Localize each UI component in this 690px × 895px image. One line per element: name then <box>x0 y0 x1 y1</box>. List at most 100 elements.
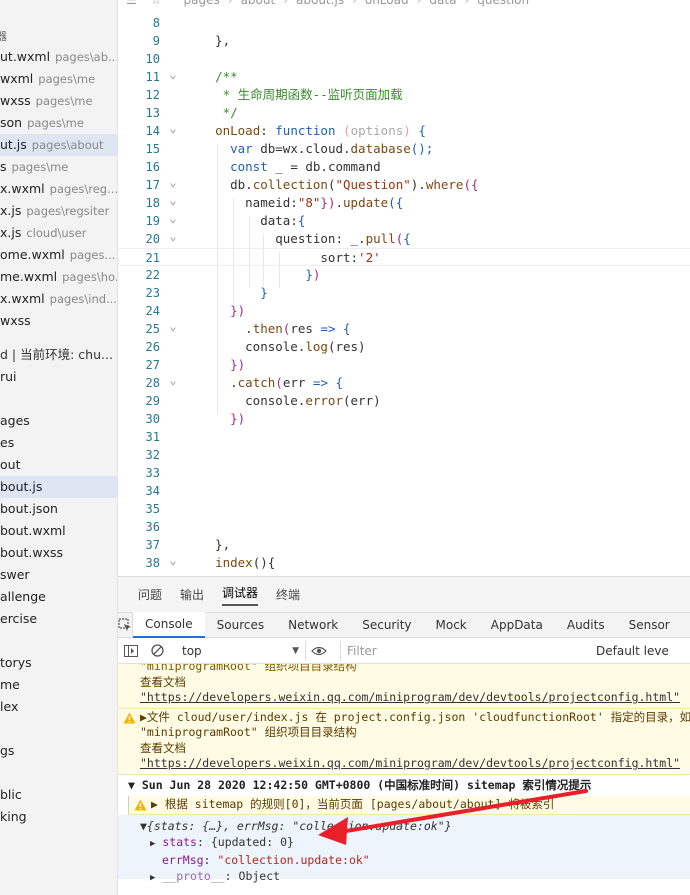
breadcrumb-item[interactable]: pages <box>184 0 220 7</box>
code-line[interactable]: 27 }) <box>118 356 690 374</box>
open-file-item[interactable]: x.js pages\regsiter <box>0 200 117 222</box>
tree-item[interactable]: swer <box>0 564 117 586</box>
sitemap-message[interactable]: ▶ 根据 sitemap 的规则[0]，当前页面 [pages/about/ab… <box>151 797 690 813</box>
code-line[interactable]: 22 }) <box>118 266 690 284</box>
code-line[interactable]: 26 console.log(res) <box>118 338 690 356</box>
open-file-item[interactable]: x.wxml pages\ind... <box>0 288 117 310</box>
log-levels-dropdown[interactable]: Default leve <box>596 644 669 658</box>
tree-item[interactable]: lex <box>0 696 117 718</box>
object-property[interactable]: ▶ __proto__: Object <box>140 868 690 886</box>
breadcrumb-item[interactable]: about.js <box>296 0 344 7</box>
inspect-element-icon[interactable] <box>118 613 133 637</box>
code-line[interactable]: 13 */ <box>118 104 690 122</box>
code-line[interactable]: 28 ⌄ .catch(err => { <box>118 374 690 392</box>
open-file-item[interactable]: wxml pages\me <box>0 68 117 90</box>
code-line[interactable]: 35 <box>118 500 690 518</box>
devtools-top-tab[interactable]: 终端 <box>276 586 300 603</box>
project-title[interactable]: d | 当前环境: chu... <box>0 344 117 366</box>
devtools-top-tab[interactable]: 输出 <box>180 586 204 603</box>
devtools-panel-tab[interactable]: Security <box>350 613 423 637</box>
tree-item[interactable]: out <box>0 454 117 476</box>
tree-item[interactable]: es <box>0 432 117 454</box>
tree-item[interactable] <box>0 762 117 784</box>
code-line[interactable]: 23 } <box>118 284 690 302</box>
code-line[interactable]: 11 ⌄ /** <box>118 68 690 86</box>
code-line[interactable]: 37 }, <box>118 536 690 554</box>
code-line[interactable]: 12 * 生命周期函数--监听页面加载 <box>118 86 690 104</box>
console-output[interactable]: "miniprogramRoot" 组织项目目录结构 查看文档 "https:/… <box>118 664 690 895</box>
devtools-panel-tab[interactable]: Sto <box>682 613 690 637</box>
code-line[interactable]: 21 sort:'2' <box>118 248 690 266</box>
open-file-item[interactable]: ut.js pages\about <box>0 134 117 156</box>
code-line[interactable]: 33 <box>118 464 690 482</box>
devtools-panel-tab[interactable]: Sources <box>205 613 276 637</box>
tree-item[interactable]: blic <box>0 784 117 806</box>
doc-link[interactable]: "https://developers.weixin.qq.com/minipr… <box>140 690 690 706</box>
tree-item[interactable] <box>0 718 117 740</box>
menu-icon[interactable]: ☰ <box>126 0 137 7</box>
tree-item[interactable]: king <box>0 806 117 828</box>
tree-item[interactable]: bout.wxss <box>0 542 117 564</box>
tree-item[interactable]: ercise <box>0 608 117 630</box>
fold-chevron-icon[interactable]: ⌄ <box>167 320 179 332</box>
code-line[interactable]: 15 var db=wx.cloud.database(); <box>118 140 690 158</box>
open-file-item[interactable]: x.js cloud\user <box>0 222 117 244</box>
clear-console-icon[interactable] <box>144 639 170 663</box>
open-file-item[interactable]: x.wxml pages\reg... <box>0 178 117 200</box>
fold-chevron-icon[interactable]: ⌄ <box>167 230 179 242</box>
code-line[interactable]: 25 ⌄ .then(res => { <box>118 320 690 338</box>
bookmark-icon[interactable]: ☆ <box>151 0 162 7</box>
devtools-panel-tab[interactable]: Console <box>133 612 205 638</box>
open-file-item[interactable]: ome.wxml pages... <box>0 244 117 266</box>
code-line[interactable]: 9 }, <box>118 32 690 50</box>
open-file-item[interactable]: wxss pages\me <box>0 90 117 112</box>
code-line[interactable]: 8 <box>118 14 690 32</box>
fold-chevron-icon[interactable]: ⌄ <box>167 554 179 566</box>
eye-icon[interactable] <box>306 639 332 663</box>
code-line[interactable]: 24 }) <box>118 302 690 320</box>
code-line[interactable]: 34 <box>118 482 690 500</box>
tree-item[interactable] <box>0 388 117 410</box>
open-file-item[interactable]: me.wxml pages\ho... <box>0 266 117 288</box>
object-summary[interactable]: ▼{stats: {…}, errMsg: "collection.update… <box>140 818 690 834</box>
code-line[interactable]: 29 console.error(err) <box>118 392 690 410</box>
breadcrumb-item[interactable]: data <box>429 0 456 7</box>
object-property[interactable]: ▶ stats: {updated: 0} <box>140 834 690 852</box>
tree-item[interactable] <box>0 630 117 652</box>
code-line[interactable]: 36 <box>118 518 690 536</box>
breadcrumb-item[interactable]: onLoad <box>365 0 409 7</box>
code-line[interactable]: 31 <box>118 428 690 446</box>
tree-item[interactable]: bout.wxml <box>0 520 117 542</box>
fold-chevron-icon[interactable]: ⌄ <box>167 194 179 206</box>
breadcrumb-item[interactable]: about <box>241 0 276 7</box>
code-line[interactable]: 30 }) <box>118 410 690 428</box>
devtools-top-tab[interactable]: 调试器 <box>222 584 259 606</box>
code-line[interactable]: 14 ⌄ onLoad: function (options) { <box>118 122 690 140</box>
open-file-item[interactable]: ut.wxml pages\ab... <box>0 46 117 68</box>
breadcrumb-item[interactable]: question <box>477 0 529 7</box>
tree-item[interactable]: bout.json <box>0 498 117 520</box>
tree-item[interactable]: gs <box>0 740 117 762</box>
filter-input[interactable]: Filter <box>340 640 586 661</box>
devtools-panel-tab[interactable]: Audits <box>555 613 617 637</box>
fold-chevron-icon[interactable]: ⌄ <box>167 212 179 224</box>
fold-chevron-icon[interactable]: ⌄ <box>167 176 179 188</box>
code-line[interactable]: 20 ⌄ question: _.pull({ <box>118 230 690 248</box>
console-group-header[interactable]: ▼ Sun Jun 28 2020 12:42:50 GMT+0800 (中国标… <box>118 774 690 796</box>
devtools-panel-tab[interactable]: Sensor <box>617 613 682 637</box>
toggle-sidebar-icon[interactable] <box>118 639 144 663</box>
code-editor[interactable]: ☰ ☆ pages › about › about.js › onLoad › data › quest… <box>118 0 690 576</box>
devtools-panel-tab[interactable]: Network <box>276 613 350 637</box>
fold-chevron-icon[interactable]: ⌄ <box>167 374 179 386</box>
devtools-panel-tab[interactable]: Mock <box>424 613 479 637</box>
open-file-item[interactable]: wxss <box>0 310 117 332</box>
fold-chevron-icon[interactable]: ⌄ <box>167 122 179 134</box>
code-line[interactable]: 19 ⌄ data:{ <box>118 212 690 230</box>
code-line[interactable]: 38 ⌄ index(){ <box>118 554 690 572</box>
tree-item[interactable]: bout.js <box>0 476 117 498</box>
tree-item[interactable]: rui <box>0 366 117 388</box>
code-line[interactable]: 16 const _ = db.command <box>118 158 690 176</box>
open-file-item[interactable]: s pages\me <box>0 156 117 178</box>
code-line[interactable]: 10 <box>118 50 690 68</box>
logged-object[interactable]: ▼{stats: {…}, errMsg: "collection.update… <box>118 815 690 883</box>
